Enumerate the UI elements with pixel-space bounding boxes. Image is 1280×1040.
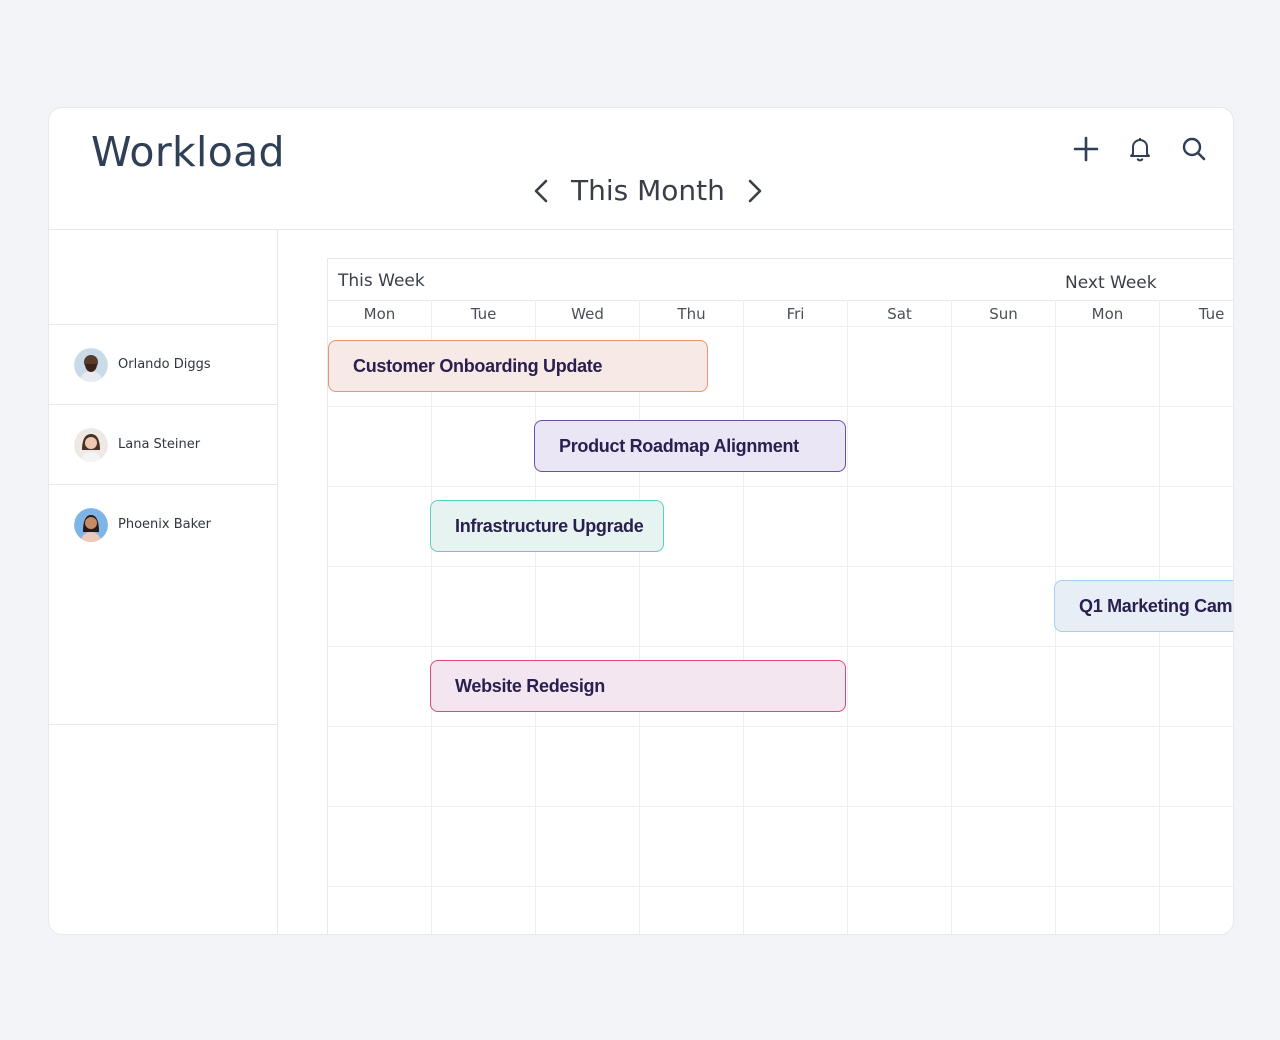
- row-line: [328, 566, 1233, 567]
- row-line: [328, 886, 1233, 887]
- task-bar[interactable]: Website Redesign: [430, 660, 846, 712]
- day-header: Sat: [887, 305, 912, 323]
- day-header: Mon: [1091, 305, 1124, 323]
- avatar: [74, 427, 108, 462]
- avatar: [74, 507, 108, 542]
- plus-icon[interactable]: [1071, 134, 1101, 164]
- person-row[interactable]: Lana Steiner: [49, 404, 277, 484]
- row-line: [328, 726, 1233, 727]
- toolbar: [1071, 134, 1209, 164]
- day-header: Tue: [470, 305, 497, 323]
- prev-month-chevron-icon[interactable]: [529, 176, 553, 206]
- people-column-divider: [49, 724, 277, 725]
- row-line: [328, 486, 1233, 487]
- period-label: This Month: [571, 174, 725, 207]
- day-column-line: [743, 300, 744, 934]
- task-bar[interactable]: Q1 Marketing Campaign: [1054, 580, 1233, 632]
- search-icon[interactable]: [1179, 134, 1209, 164]
- next-week-label: Next Week: [1065, 273, 1157, 293]
- day-header: Wed: [571, 305, 604, 323]
- month-navigator: This Month: [529, 174, 767, 207]
- day-column-line: [431, 300, 432, 934]
- day-column-line: [847, 300, 848, 934]
- person-name: Lana Steiner: [118, 437, 201, 452]
- person-row[interactable]: Phoenix Baker: [49, 484, 277, 564]
- row-line: [328, 806, 1233, 807]
- task-bar[interactable]: Infrastructure Upgrade: [430, 500, 664, 552]
- day-column-line: [639, 300, 640, 934]
- bell-icon[interactable]: [1125, 134, 1155, 164]
- day-header: Fri: [786, 305, 805, 323]
- day-header: Thu: [677, 305, 706, 323]
- this-week-label: This Week: [338, 271, 425, 291]
- person-name: Phoenix Baker: [118, 517, 211, 532]
- day-header: Sun: [989, 305, 1018, 323]
- avatar: [74, 347, 108, 382]
- workload-card: Workload This Month Orlando Diggs Lana S…: [48, 107, 1234, 935]
- people-column: Orlando Diggs Lana Steiner Phoenix Baker: [49, 230, 278, 934]
- next-month-chevron-icon[interactable]: [743, 176, 767, 206]
- day-column-line: [951, 300, 952, 934]
- task-bar[interactable]: Product Roadmap Alignment: [534, 420, 846, 472]
- day-header-row: Mon Tue Wed Thu Fri Sat Sun Mon Tue: [328, 300, 1233, 327]
- day-header: Tue: [1198, 305, 1225, 323]
- day-column-line: [535, 300, 536, 934]
- row-line: [328, 406, 1233, 407]
- person-row[interactable]: Orlando Diggs: [49, 324, 277, 404]
- task-bar[interactable]: Customer Onboarding Update: [328, 340, 708, 392]
- page-title: Workload: [91, 128, 285, 176]
- row-line: [328, 326, 1233, 327]
- timeline-grid: This Week Next Week Mon Tue Wed Thu Fri Sat Su…: [327, 258, 1233, 934]
- day-header: Mon: [363, 305, 396, 323]
- row-line: [328, 646, 1233, 647]
- person-name: Orlando Diggs: [118, 357, 211, 372]
